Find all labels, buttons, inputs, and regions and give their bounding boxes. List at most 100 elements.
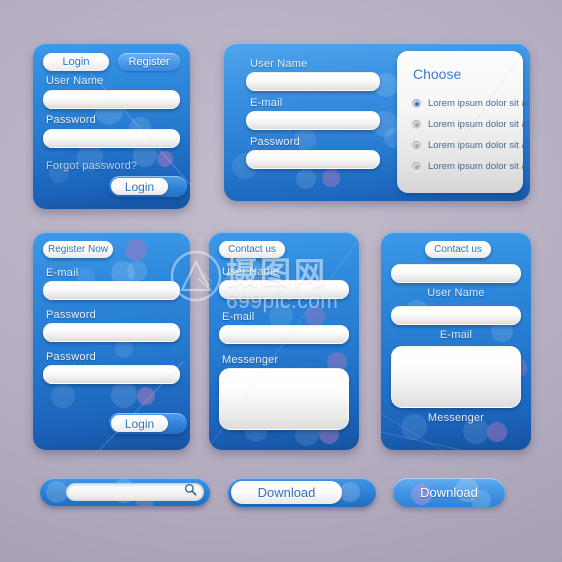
tab-contact-us-a-label: Contact us [228,244,276,255]
tab-register-now[interactable]: Register Now [43,241,113,258]
contact-panel-labels-below: Contact us User Name E-mail Messenger [381,232,531,450]
ui-kit-canvas: Login Register User Name Password Forgot… [0,0,562,562]
forgot-password-link[interactable]: Forgot password? [46,160,137,172]
register-password-1-input-wrap[interactable] [43,323,180,343]
contact-b-username-label: User Name [427,287,485,299]
register-email-input[interactable] [44,283,179,301]
signup-username-input[interactable] [247,74,379,92]
contact-panel-labels-above: Contact us User Name E-mail Messenger [209,232,359,450]
login-panel: Login Register User Name Password Forgot… [33,43,190,209]
contact-b-email-input-wrap[interactable] [391,306,521,326]
password-input[interactable] [44,131,179,149]
contact-a-messenger-input-wrap[interactable] [219,368,349,430]
search-input[interactable] [75,483,178,501]
download-solid-label: Download [420,485,478,500]
bokeh-decor [487,422,507,442]
contact-b-email-label: E-mail [439,329,473,341]
choose-option-1-label: Lorem ipsum dolor sit amet [428,98,530,109]
signup-email-input-wrap[interactable] [246,111,380,131]
register-submit-button[interactable]: Login [109,413,187,434]
radio-selected-icon[interactable] [412,99,421,108]
tab-contact-us-a[interactable]: Contact us [219,241,285,258]
magnifier-icon[interactable] [184,483,197,501]
register-email-label: E-mail [46,267,79,279]
radio-unselected-icon[interactable] [412,141,421,150]
username-input-wrap[interactable] [43,90,180,110]
tab-register-label: Register [128,56,170,68]
bokeh-decor [305,306,325,326]
bokeh-decor [51,384,75,408]
signup-email-label: E-mail [250,97,283,109]
download-solid-button[interactable]: Download [393,478,505,507]
register-email-input-wrap[interactable] [43,281,180,301]
tab-contact-us-b-label: Contact us [434,244,482,255]
register-password-2-input[interactable] [44,367,179,385]
login-submit-label: Login [124,179,155,194]
choose-option-3[interactable]: Lorem ipsum dolor sit amet [412,140,530,151]
register-password-1-label: Password [46,309,96,321]
bokeh-decor [322,169,340,187]
register-password-2-label: Password [46,351,96,363]
bokeh-decor [111,382,137,408]
contact-b-messenger-input[interactable] [392,347,520,407]
bokeh-decor [127,261,147,281]
search-well[interactable] [66,483,204,501]
register-password-2-input-wrap[interactable] [43,365,180,385]
signup-password-label: Password [250,136,300,148]
login-submit-label-wrap: Login [111,178,168,195]
tab-register[interactable]: Register [118,53,180,71]
contact-a-messenger-input[interactable] [220,369,348,429]
bokeh-decor [296,169,316,189]
password-input-wrap[interactable] [43,129,180,149]
contact-b-username-input[interactable] [392,266,520,284]
tab-login-label: Login [62,56,90,68]
login-submit-button[interactable]: Login [109,176,187,197]
tab-contact-us-b[interactable]: Contact us [425,241,491,258]
register-password-1-input[interactable] [44,325,179,343]
download-outline-button[interactable]: Download [228,478,376,507]
password-label: Password [46,114,96,126]
contact-b-messenger-label: Messenger [427,412,485,424]
bokeh-decor [115,340,133,358]
search-bar[interactable] [40,478,210,506]
signup-username-input-wrap[interactable] [246,72,380,92]
download-outline-label: Download [257,485,316,500]
bokeh-decor [157,151,173,167]
choose-option-2[interactable]: Lorem ipsum dolor sit amet [412,119,530,130]
contact-a-email-label: E-mail [222,311,255,323]
bokeh-decor [137,387,155,405]
register-panel: Register Now E-mail Password Password Lo… [33,232,190,450]
register-submit-label: Login [124,416,155,431]
choose-option-4-label: Lorem ipsum dolor sit amet [428,161,530,172]
contact-a-username-input-wrap[interactable] [219,280,349,300]
bokeh-decor [46,481,68,503]
contact-a-email-input[interactable] [220,327,348,345]
register-submit-label-wrap: Login [111,415,168,432]
bokeh-decor [340,482,360,502]
choose-option-4[interactable]: Lorem ipsum dolor sit amet [412,161,530,172]
contact-a-username-input[interactable] [220,282,348,300]
signup-password-input[interactable] [247,152,379,170]
choose-title: Choose [413,66,462,82]
choose-option-1[interactable]: Lorem ipsum dolor sit amet [412,98,530,109]
contact-b-username-input-wrap[interactable] [391,264,521,284]
tab-register-now-label: Register Now [47,244,109,255]
signup-choose-panel: User Name E-mail Password Choose Lorem i… [224,43,530,201]
contact-b-email-input[interactable] [392,308,520,326]
download-outline-label-wrap: Download [231,481,342,504]
username-label: User Name [46,75,104,87]
contact-a-messenger-label: Messenger [222,354,279,366]
contact-a-username-label: User Name [222,266,280,278]
radio-unselected-icon[interactable] [412,162,421,171]
tab-login[interactable]: Login [43,53,109,71]
radio-unselected-icon[interactable] [412,120,421,129]
choose-option-3-label: Lorem ipsum dolor sit amet [428,140,530,151]
contact-a-email-input-wrap[interactable] [219,325,349,345]
contact-b-messenger-input-wrap[interactable] [391,346,521,408]
bokeh-decor [125,239,147,261]
choose-card: Choose Lorem ipsum dolor sit amet Lorem … [397,51,530,193]
signup-email-input[interactable] [247,113,379,131]
signup-username-label: User Name [250,58,308,70]
signup-password-input-wrap[interactable] [246,150,380,170]
username-input[interactable] [44,92,179,110]
